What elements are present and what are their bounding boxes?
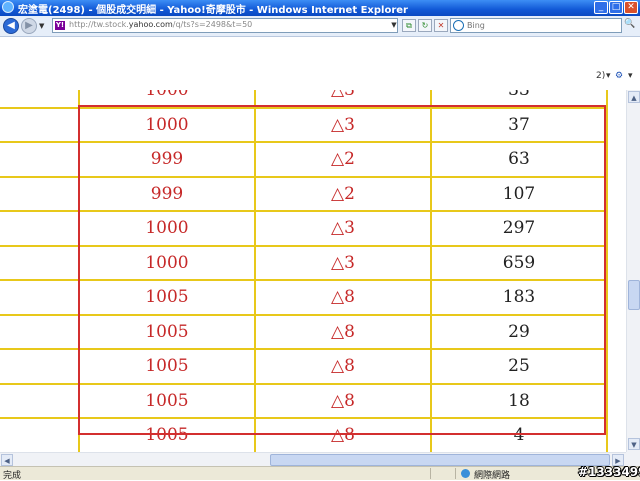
status-bar: 完成 網際網路 [0,466,640,481]
back-button[interactable]: ◀ [3,18,19,34]
volume-cell: 4 [430,417,608,452]
address-field[interactable]: Y! http://tw.stock.yahoo.com/q/ts?s=2498… [52,18,398,33]
price-cell: 1005 [78,348,256,385]
table-row: 1005 △8 29 [0,313,608,350]
volume-cell: 25 [430,348,608,385]
price-cell: 999 [78,141,256,178]
price-cell: 1000 [78,90,256,109]
status-separator [430,468,431,479]
time-cell [0,313,80,350]
forward-button[interactable]: ▶ [21,18,37,34]
scrollbar-corner [626,452,640,466]
close-button[interactable]: ✕ [624,1,638,14]
scroll-up-icon[interactable]: ▲ [628,91,640,103]
minimize-button[interactable]: _ [594,1,608,14]
address-dropdown-icon[interactable]: ▼ [389,19,399,32]
status-separator [455,468,456,479]
title-bar: 宏塗電(2498) - 個股成交明細 - Yahoo!奇摩股市 - Window… [0,0,640,16]
volume-cell: 33 [430,90,608,109]
table-row: 0 1000 △3 297 [0,210,608,247]
trade-detail-table: 00 1000 △3 33 1000 △3 37 0 999 △2 63 [0,90,608,452]
price-cell: 1000 [78,210,256,247]
search-go-icon[interactable]: 🔍 [624,19,636,32]
table-row: 0 999 △2 63 [0,141,608,178]
refresh-icon[interactable]: ↻ [418,19,432,32]
time-cell [0,417,80,452]
table-row: 00 1000 △3 33 [0,90,608,109]
table-row: 5 1000 △3 659 [0,244,608,281]
scroll-down-icon[interactable]: ▼ [628,438,640,450]
command-toolbar: 2) ▾ ⚙ ▾ [0,37,640,90]
volume-cell: 37 [430,106,608,143]
url-text: http://tw.stock.yahoo.com/q/ts?s=2498&t=… [69,20,253,29]
time-cell: 9 [0,175,80,212]
stop-icon[interactable]: ✕ [434,19,448,32]
yahoo-favicon-icon: Y! [55,21,65,30]
change-cell: △2 [254,175,432,212]
price-cell: 999 [78,175,256,212]
history-dropdown-icon[interactable]: ▼ [39,22,44,30]
table-row: 9 999 △2 107 [0,175,608,212]
window-title: 宏塗電(2498) - 個股成交明細 - Yahoo!奇摩股市 - Window… [18,5,408,16]
table-row: 1005 △8 183 [0,279,608,316]
watermark-id: #1333499 [578,465,640,479]
toolbar-overflow-text: 2) [596,71,606,81]
status-text: 完成 [3,471,22,481]
price-cell: 1000 [78,244,256,281]
address-toolbar: ◀ ▶ ▼ Y! http://tw.stock.yahoo.com/q/ts?… [0,16,640,37]
time-cell [0,106,80,143]
search-box[interactable] [450,18,622,33]
change-cell: △3 [254,210,432,247]
trade-detail-table-wrap: 00 1000 △3 33 1000 △3 37 0 999 △2 63 [0,90,608,452]
vertical-scrollbar[interactable]: ▲ ▼ [626,90,640,452]
compatibility-view-icon[interactable]: ⧉ [402,19,416,32]
change-cell: △8 [254,382,432,419]
time-cell [0,382,80,419]
volume-cell: 107 [430,175,608,212]
volume-cell: 659 [430,244,608,281]
change-cell: △3 [254,106,432,143]
security-zone-text: 網際網路 [474,471,511,481]
time-cell [0,279,80,316]
help-gear-icon[interactable]: ⚙ [615,71,623,81]
price-cell: 1005 [78,417,256,452]
ie-app-icon [2,1,14,13]
time-cell: 00 [0,90,80,109]
horizontal-scroll-thumb[interactable] [270,454,610,466]
change-cell: △3 [254,90,432,109]
change-cell: △8 [254,279,432,316]
bing-search-icon [453,20,464,31]
price-cell: 1000 [78,106,256,143]
table-row: 1005 △8 25 [0,348,608,385]
scroll-left-icon[interactable]: ◀ [1,454,13,466]
time-cell [0,348,80,385]
table-row: 1005 △8 4 [0,417,608,452]
change-cell: △8 [254,313,432,350]
time-cell: 0 [0,141,80,178]
change-cell: △8 [254,348,432,385]
price-cell: 1005 [78,279,256,316]
price-cell: 1005 [78,313,256,350]
volume-cell: 29 [430,313,608,350]
gear-dropdown-icon[interactable]: ▾ [628,71,633,81]
maximize-button[interactable]: □ [609,1,623,14]
vertical-scroll-thumb[interactable] [628,280,640,310]
table-row: 1000 △3 37 [0,106,608,143]
price-cell: 1005 [78,382,256,419]
volume-cell: 297 [430,210,608,247]
search-input[interactable] [467,20,607,31]
change-cell: △2 [254,141,432,178]
volume-cell: 18 [430,382,608,419]
page-content: 00 1000 △3 33 1000 △3 37 0 999 △2 63 [0,90,626,452]
horizontal-scrollbar[interactable]: ◀ ▶ [0,452,626,466]
tools-dropdown-icon[interactable]: ▾ [606,71,611,81]
time-cell: 5 [0,244,80,281]
time-cell: 0 [0,210,80,247]
internet-zone-icon [461,469,470,478]
volume-cell: 63 [430,141,608,178]
volume-cell: 183 [430,279,608,316]
change-cell: △8 [254,417,432,452]
table-row: 1005 △8 18 [0,382,608,419]
change-cell: △3 [254,244,432,281]
